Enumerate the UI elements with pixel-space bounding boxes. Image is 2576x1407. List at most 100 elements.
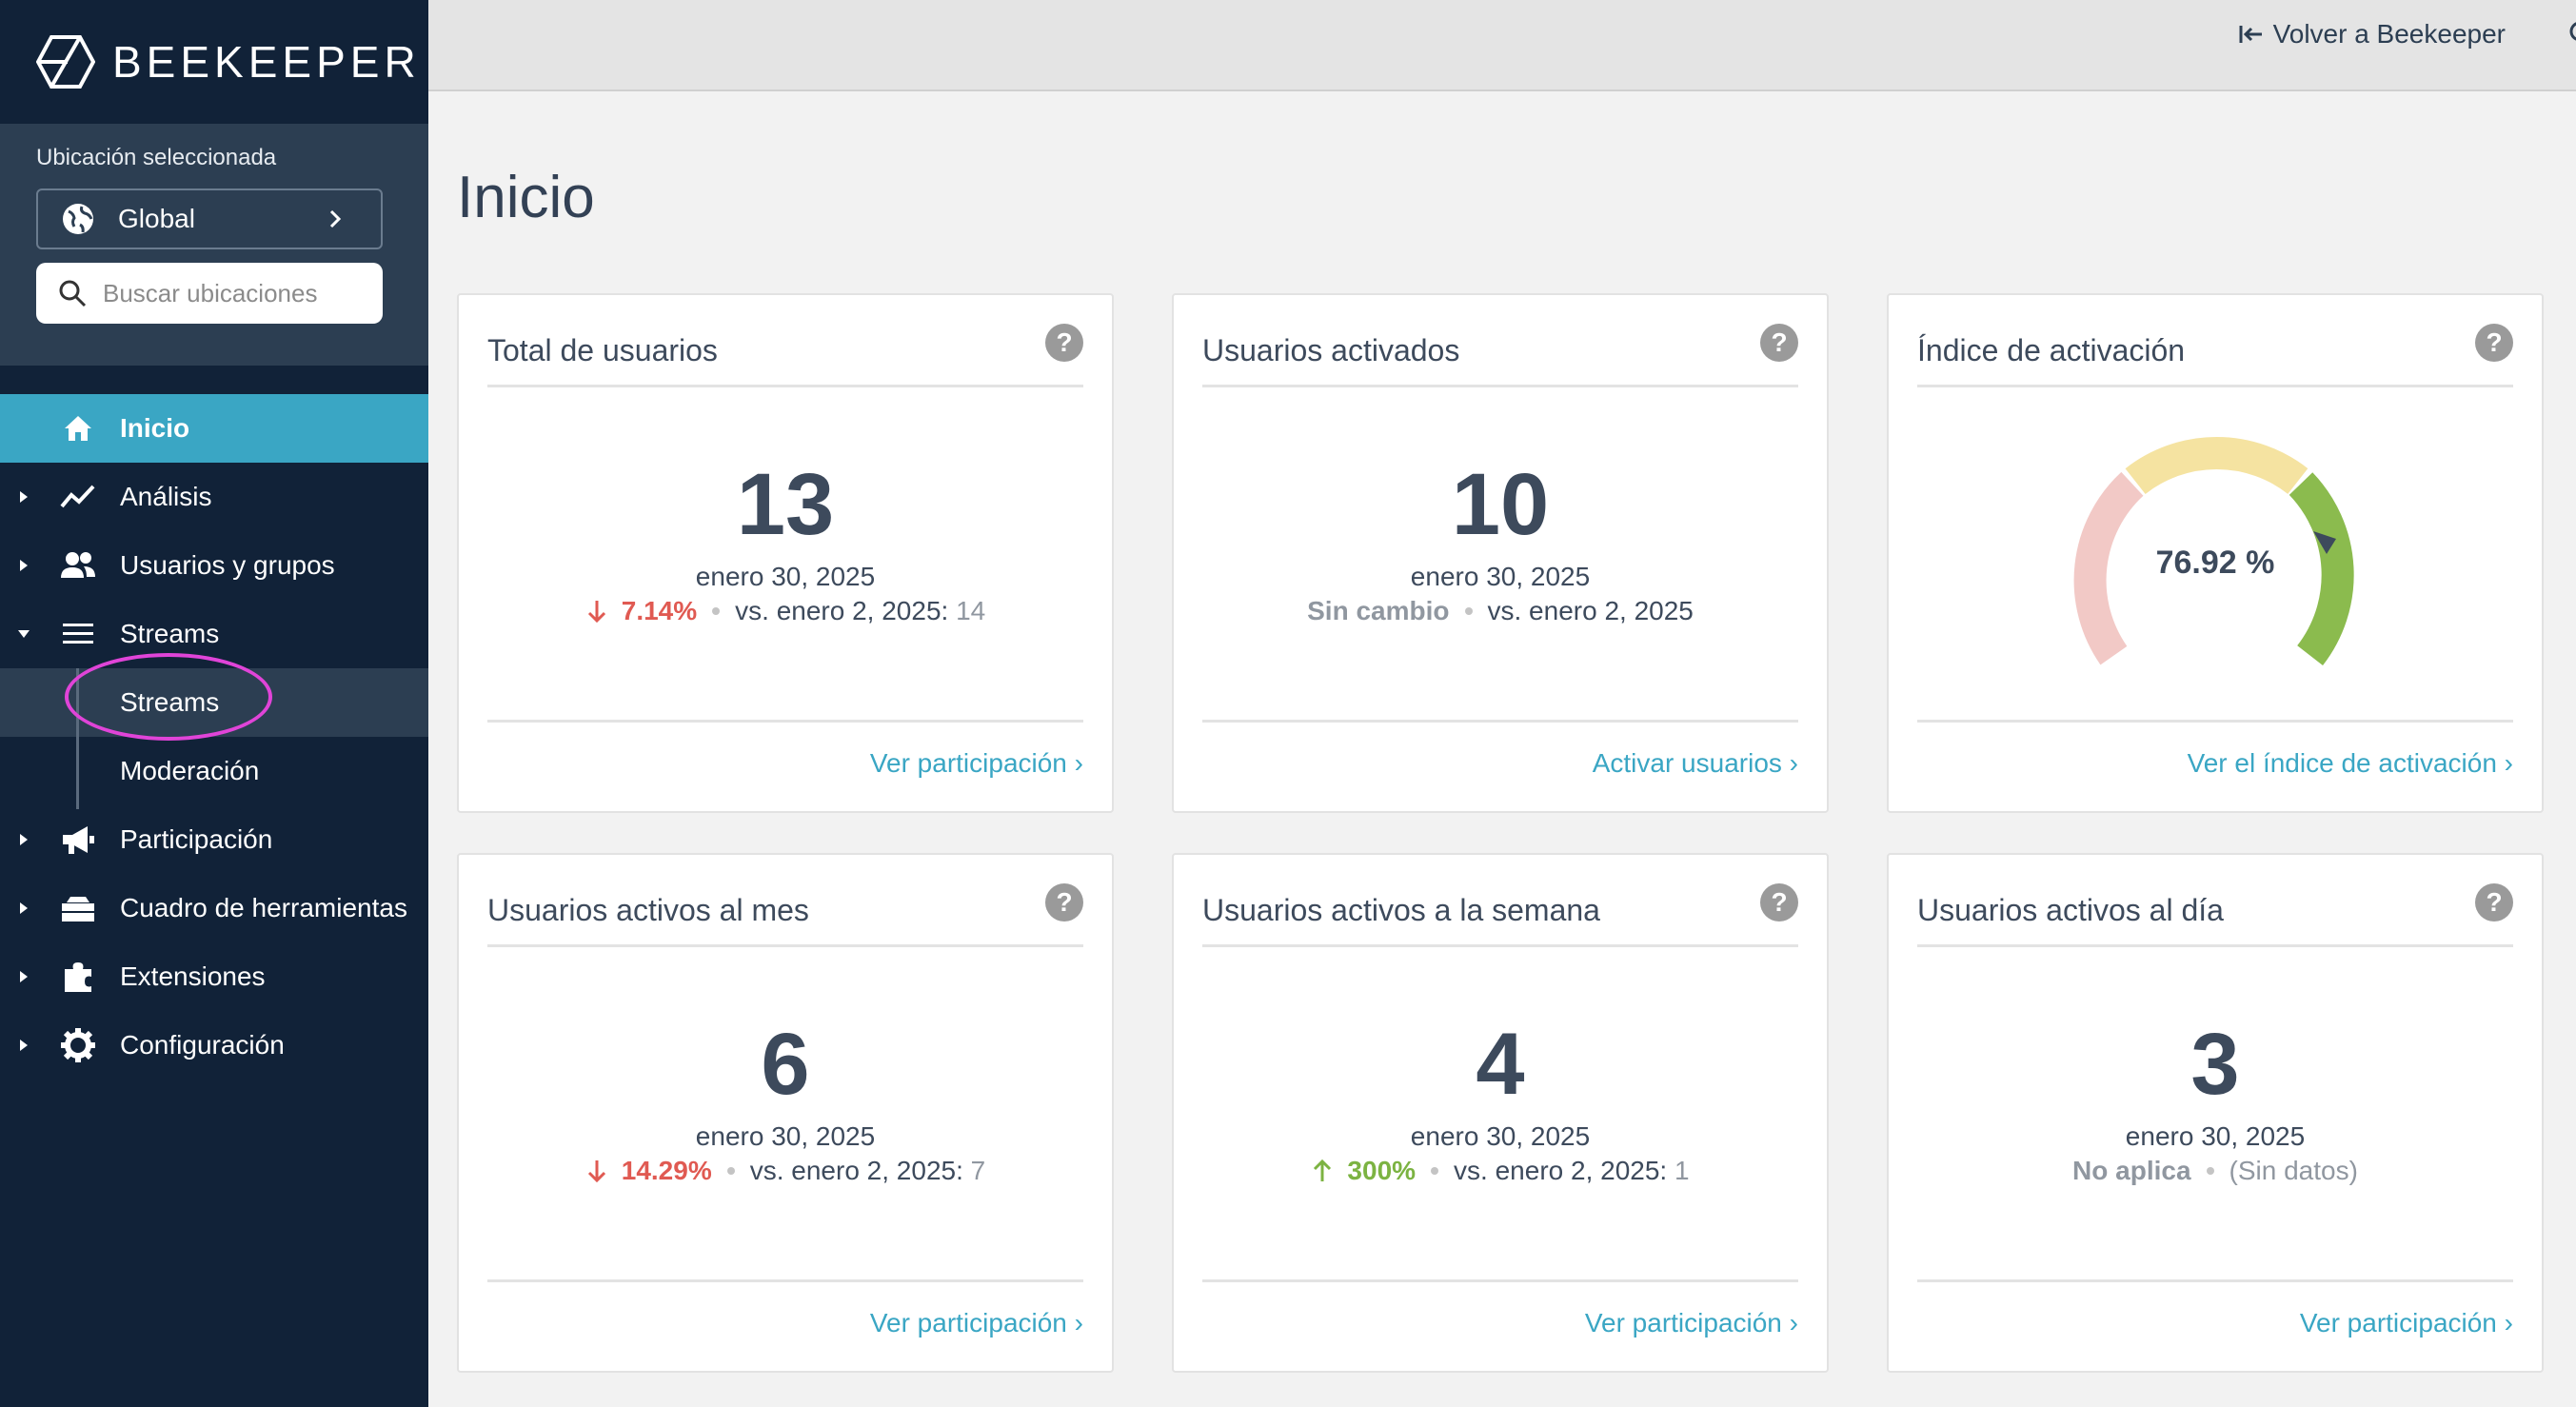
activar-usuarios-link[interactable]: Activar usuarios › [1593,748,1798,779]
nav-item-analisis[interactable]: Análisis [0,463,428,531]
location-search-input[interactable] [103,278,369,308]
back-link-label: Volver a Beekeeper [2272,19,2506,49]
nav-item-herramientas[interactable]: Cuadro de herramientas [0,874,428,942]
location-label: Ubicación seleccionada [36,145,277,170]
gauge-value: 76.92 % [2155,545,2275,581]
help-icon[interactable]: ? [1045,883,1083,921]
metric-value: 13 [736,456,835,553]
divider [1917,1279,2513,1282]
divider [487,1279,1083,1282]
help-icon[interactable]: ? [2475,883,2513,921]
caret-right-icon [20,560,28,571]
change-percent: 7.14% [621,596,698,625]
chevron-right-icon [329,209,342,228]
metric-value: 10 [1451,456,1550,553]
location-select[interactable]: Global [36,188,383,249]
chart-line-icon [60,485,95,508]
divider [487,944,1083,947]
separator-dot [712,607,721,615]
home-icon [65,416,91,441]
main-nav: Inicio Análisis Usuarios y grupos Stream… [0,394,428,1080]
ver-participacion-link[interactable]: Ver participación › [870,748,1083,779]
nav-label: Cuadro de herramientas [120,893,407,922]
compare-value: 7 [970,1156,986,1185]
compare-value: 14 [956,596,986,625]
location-search[interactable] [36,263,383,324]
compare-value: 1 [1674,1156,1690,1185]
divider [1202,385,1798,387]
nav-item-inicio[interactable]: Inicio [0,394,428,463]
divider [1202,944,1798,947]
help-icon[interactable]: ? [2475,324,2513,362]
gauge-segment-mid [2125,437,2308,495]
help-edge-icon[interactable] [2568,17,2576,52]
card-total-usuarios: Total de usuarios ? 13 enero 30, 2025 7.… [457,293,1114,813]
divider [1917,720,2513,723]
location-selected-value: Global [118,204,195,233]
nav-label: Usuarios y grupos [120,550,335,580]
nav-item-configuracion[interactable]: Configuración [0,1011,428,1080]
card-title: Usuarios activos a la semana [1202,893,1600,927]
back-to-beekeeper-link[interactable]: Volver a Beekeeper [2237,19,2506,50]
megaphone-icon [63,826,94,854]
nav-label: Extensiones [120,961,266,991]
change-percent: 14.29% [621,1156,712,1185]
nav-label: Análisis [120,482,212,511]
change-status: No aplica [2072,1156,2191,1185]
metric-date: enero 30, 2025 [1410,562,1591,591]
help-icon[interactable]: ? [1760,883,1798,921]
metric-value: 4 [1476,1016,1525,1113]
sidebar: BEEKEEPER Ubicación seleccionada Global [0,0,428,1407]
nav-subitem-moderacion[interactable]: Moderación [0,737,428,805]
toolbox-icon [62,897,94,921]
help-icon[interactable]: ? [1045,324,1083,362]
ver-participacion-link[interactable]: Ver participación › [870,1308,1083,1338]
compare-label: vs. enero 2, 2025: [1454,1156,1668,1185]
help-icon[interactable]: ? [1760,324,1798,362]
card-title: Usuarios activos al mes [487,893,809,927]
metric-comparison: No aplica (Sin datos) [1889,1156,2542,1186]
gear-icon [61,1028,95,1062]
location-panel: Ubicación seleccionada Global [0,124,428,366]
caret-right-icon [20,491,28,503]
separator-dot [1431,1167,1439,1175]
metric-comparison: Sin cambio vs. enero 2, 2025 [1174,596,1827,626]
metric-date: enero 30, 2025 [1410,1121,1591,1151]
metric-date: enero 30, 2025 [695,1121,876,1151]
users-icon [61,552,95,578]
arrow-down-icon [587,601,605,624]
divider [1202,720,1798,723]
globe-icon [63,204,93,234]
arrow-up-icon [1314,1159,1332,1181]
card-activos-dia: Usuarios activos al día ? 3 enero 30, 20… [1887,853,2544,1373]
top-bar: Volver a Beekeeper [428,0,2576,91]
nav-label: Participación [120,824,273,854]
divider [1917,385,2513,387]
page-title: Inicio [457,165,595,230]
arrow-left-bar-icon [2239,26,2262,43]
nav-label: Streams [120,619,220,648]
ver-participacion-link[interactable]: Ver participación › [1585,1308,1798,1338]
ver-indice-activacion-link[interactable]: Ver el índice de activación › [2188,748,2513,779]
brand-logo[interactable]: BEEKEEPER [0,0,428,124]
caret-right-icon [20,971,28,982]
compare-label: vs. enero 2, 2025: [749,1156,963,1185]
caret-right-icon [20,834,28,845]
nav-sublabel: Moderación [120,756,260,785]
menu-lines-icon [63,624,93,644]
nav-label: Inicio [120,413,190,443]
divider [1917,944,2513,947]
brand-name: BEEKEEPER [112,37,421,87]
ver-participacion-link[interactable]: Ver participación › [2300,1308,2513,1338]
caret-down-icon [18,630,30,638]
metric-comparison: 14.29% vs. enero 2, 2025: 7 [459,1156,1112,1186]
metric-date: enero 30, 2025 [2125,1121,2306,1151]
search-icon [59,280,87,307]
nav-item-usuarios[interactable]: Usuarios y grupos [0,531,428,600]
separator-dot [726,1167,735,1175]
nav-item-extensiones[interactable]: Extensiones [0,942,428,1011]
metric-value: 6 [761,1016,810,1113]
card-title: Total de usuarios [487,333,718,367]
nav-item-participacion[interactable]: Participación [0,805,428,874]
change-status: Sin cambio [1307,596,1450,625]
